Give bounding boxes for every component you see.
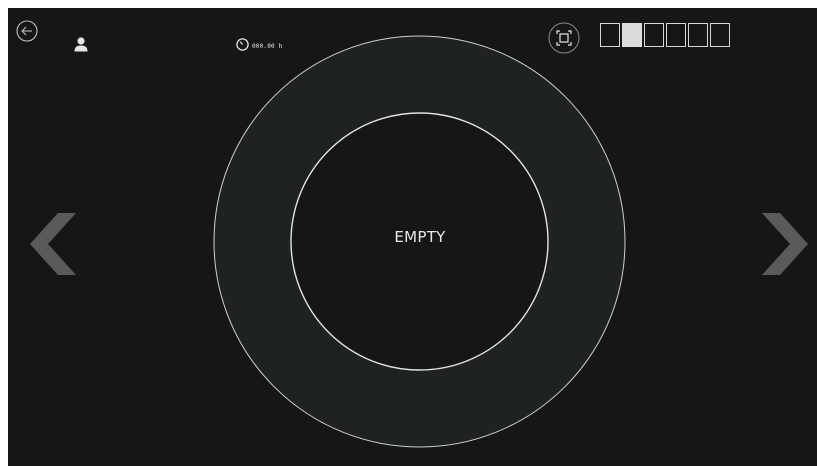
- screen: 000.00 h EMPTY: [8, 8, 817, 466]
- slot[interactable]: [644, 23, 664, 47]
- dial-center-label: EMPTY: [394, 228, 446, 246]
- back-button[interactable]: [16, 20, 38, 42]
- next-button[interactable]: [760, 213, 810, 275]
- arrow-left-circle-icon: [16, 20, 38, 42]
- chevron-right-icon: [762, 213, 808, 275]
- slot[interactable]: [666, 23, 686, 47]
- user-icon[interactable]: [73, 36, 89, 52]
- slot[interactable]: [688, 23, 708, 47]
- previous-button[interactable]: [28, 213, 78, 275]
- slot[interactable]: [710, 23, 730, 47]
- chevron-left-icon: [30, 213, 76, 275]
